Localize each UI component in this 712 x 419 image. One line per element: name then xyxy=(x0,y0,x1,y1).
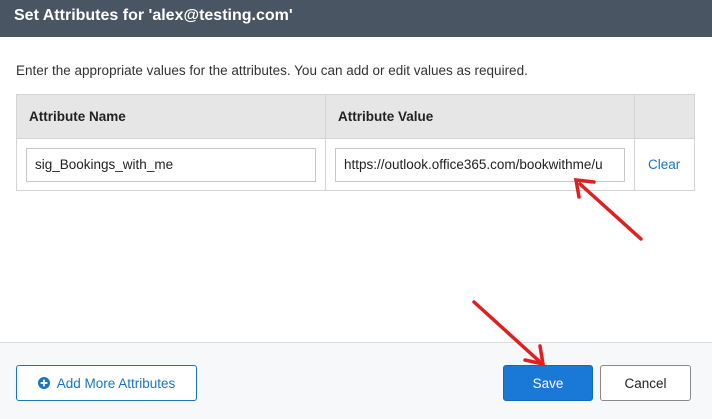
action-cell: Clear xyxy=(634,138,695,191)
header-action xyxy=(634,94,695,139)
dialog-title: Set Attributes for 'alex@testing.com' xyxy=(0,0,712,37)
attribute-value-input[interactable] xyxy=(335,147,625,182)
add-more-attributes-button[interactable]: Add More Attributes xyxy=(16,365,197,401)
cancel-button[interactable]: Cancel xyxy=(600,365,691,401)
header-attribute-name: Attribute Name xyxy=(16,94,326,139)
attributes-table: Attribute Name Attribute Value Clear xyxy=(16,94,695,191)
attribute-name-input[interactable] xyxy=(26,147,316,182)
add-more-attributes-label: Add More Attributes xyxy=(56,375,176,391)
attribute-value-cell xyxy=(325,138,635,191)
instructions-text: Enter the appropriate values for the att… xyxy=(16,63,528,78)
set-attributes-dialog: Set Attributes for 'alex@testing.com' En… xyxy=(0,0,712,419)
table-row: Clear xyxy=(16,138,695,191)
save-button[interactable]: Save xyxy=(503,365,593,401)
plus-circle-icon xyxy=(37,377,50,389)
header-attribute-value: Attribute Value xyxy=(325,94,635,139)
clear-link[interactable]: Clear xyxy=(644,157,680,172)
attribute-name-cell xyxy=(16,138,326,191)
table-header-row: Attribute Name Attribute Value xyxy=(16,94,695,139)
